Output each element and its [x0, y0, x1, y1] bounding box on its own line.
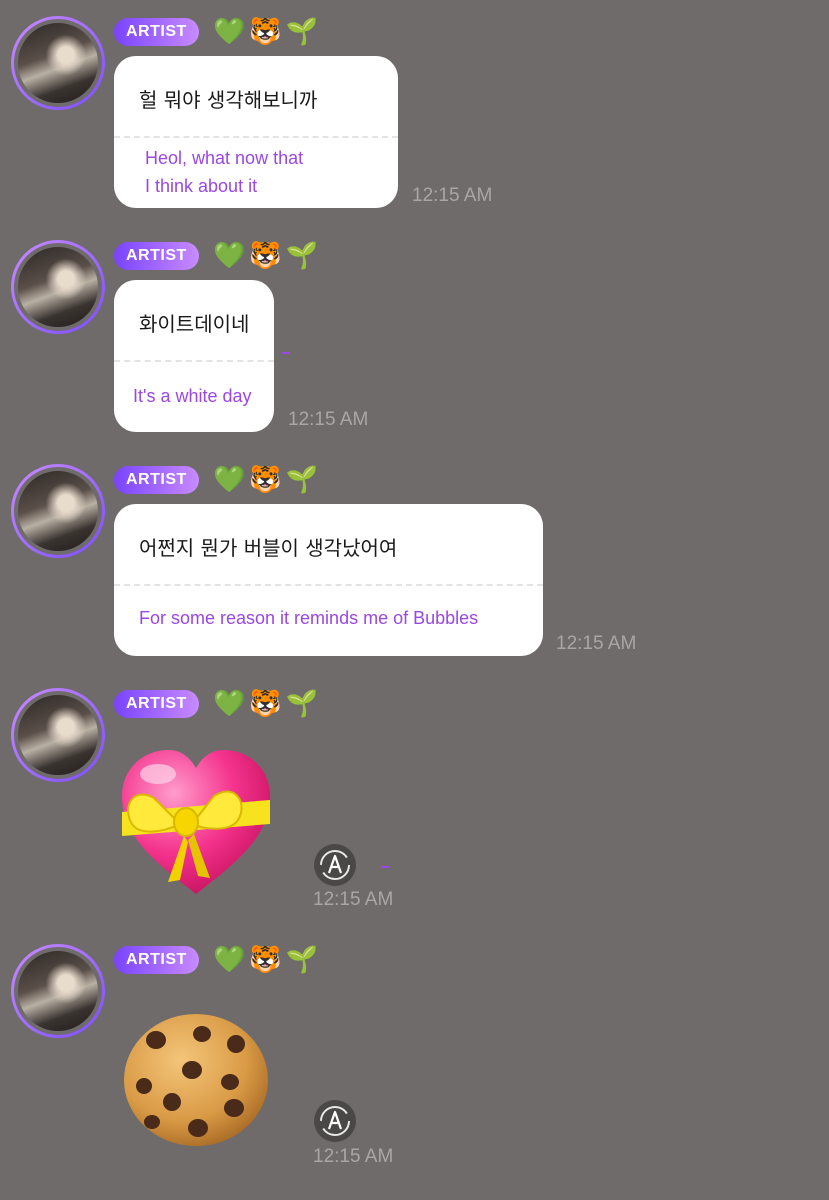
- message-text: 화이트데이네: [139, 312, 250, 336]
- auto-translate-icon: [320, 1106, 350, 1136]
- message-row: ARTIST 💚🐯🌱 12:15 AM: [0, 672, 829, 928]
- bubble-divider: [114, 584, 543, 586]
- artist-badge: ARTIST: [114, 18, 199, 46]
- translation-line: Heol, what now that: [145, 148, 304, 168]
- message-time: 12:15 AM: [412, 185, 493, 206]
- translation-text: For some reason it reminds me of Bubbles: [139, 604, 478, 632]
- message-time: 12:15 AM: [556, 633, 637, 654]
- message-time: 12:15 AM: [313, 889, 394, 910]
- message-time: 12:15 AM: [288, 409, 369, 430]
- cookie-icon[interactable]: [122, 1012, 270, 1148]
- avatar[interactable]: [11, 464, 105, 558]
- artist-badge: ARTIST: [114, 466, 199, 494]
- bubble-divider: [114, 360, 274, 362]
- auto-translate-button[interactable]: [314, 844, 356, 886]
- heart-with-ribbon-icon[interactable]: [118, 746, 274, 898]
- bubble-divider: [114, 136, 398, 138]
- emoji-badges: 💚🐯🌱: [213, 465, 323, 495]
- avatar[interactable]: [11, 688, 105, 782]
- artist-badge: ARTIST: [114, 242, 199, 270]
- message-bubble[interactable]: 화이트데이네 It's a white day: [114, 280, 274, 432]
- emoji-badges: 💚🐯🌱: [213, 17, 323, 47]
- emoji-badges: 💚🐯🌱: [213, 689, 323, 719]
- translation-text: Heol, what now that I think about it: [145, 144, 303, 200]
- message-text: 어쩐지 뭔가 버블이 생각났어여: [139, 536, 398, 560]
- translation-text: It's a white day: [133, 382, 252, 410]
- avatar[interactable]: [11, 16, 105, 110]
- emoji-badges: 💚🐯🌱: [213, 945, 323, 975]
- translation-indicator: [282, 352, 290, 354]
- emoji-badges: 💚🐯🌱: [213, 241, 323, 271]
- message-bubble[interactable]: 헐 뭐야 생각해보니까 Heol, what now that I think …: [114, 56, 398, 208]
- avatar[interactable]: [11, 240, 105, 334]
- artist-badge: ARTIST: [114, 690, 199, 718]
- translation-line: I think about it: [145, 176, 258, 196]
- translation-line: It's a white day: [133, 386, 252, 406]
- artist-badge: ARTIST: [114, 946, 199, 974]
- avatar[interactable]: [11, 944, 105, 1038]
- message-bubble[interactable]: 어쩐지 뭔가 버블이 생각났어여 For some reason it remi…: [114, 504, 543, 656]
- message-time: 12:15 AM: [313, 1146, 394, 1167]
- message-row: ARTIST 💚🐯🌱 헐 뭐야 생각해보니까 Heol, what now th…: [0, 0, 829, 224]
- message-text: 헐 뭐야 생각해보니까: [139, 88, 318, 112]
- message-row: ARTIST 💚🐯🌱 화이트데이네 It's a white day 12:15…: [0, 224, 829, 448]
- message-row: ARTIST 💚🐯🌱 12:15 AM: [0, 928, 829, 1200]
- auto-translate-icon: [320, 850, 350, 880]
- translation-line: For some reason it reminds me of Bubbles: [139, 608, 479, 628]
- auto-translate-button[interactable]: [314, 1100, 356, 1142]
- translation-indicator: [381, 866, 389, 868]
- message-row: ARTIST 💚🐯🌱 어쩐지 뭔가 버블이 생각났어여 For some rea…: [0, 448, 829, 672]
